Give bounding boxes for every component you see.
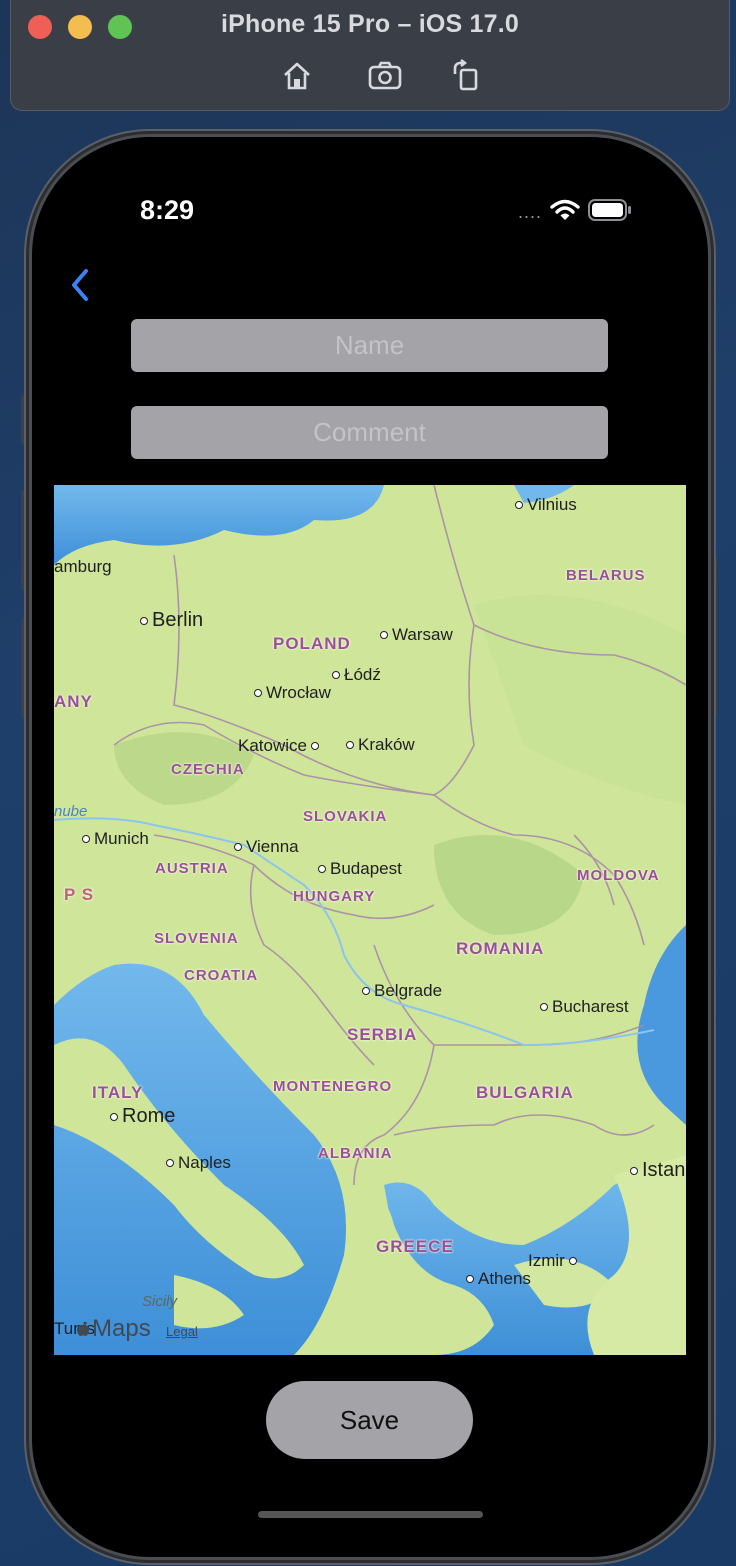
country-greece: GREECE <box>376 1237 454 1256</box>
city-lodz: Łódź <box>332 665 381 685</box>
maps-attribution-logo: Maps <box>76 1315 151 1343</box>
country-austria: AUSTRIA <box>155 860 229 877</box>
region-label-alps: P S <box>64 885 95 904</box>
country-romania: ROMANIA <box>456 939 545 958</box>
country-poland: POLAND <box>273 634 351 653</box>
city-izmir: Izmir <box>528 1251 577 1271</box>
city-wroclaw: Wrocław <box>254 683 331 703</box>
country-croatia: CROATIA <box>184 967 259 984</box>
chevron-left-icon <box>72 269 88 301</box>
map-view[interactable]: Vilnius amburg Berlin Warsaw Łódź Wrocła… <box>54 485 686 1355</box>
city-budapest: Budapest <box>318 859 402 879</box>
volume-up-button <box>21 490 28 590</box>
city-berlin: Berlin <box>140 609 203 632</box>
comment-input[interactable] <box>131 406 608 459</box>
status-time: 8:29 <box>140 195 195 225</box>
power-button <box>710 556 717 716</box>
wifi-icon <box>550 199 580 220</box>
simulator-title: iPhone 15 Pro – iOS 17.0 <box>221 10 519 38</box>
home-indicator[interactable] <box>258 1511 483 1518</box>
country-albania: ALBANIA <box>318 1145 393 1162</box>
action-button <box>21 395 28 445</box>
legal-link[interactable]: Legal <box>166 1324 198 1339</box>
city-hamburg: amburg <box>54 557 112 576</box>
battery-icon <box>588 199 631 221</box>
signal-indicator: .... <box>517 201 542 222</box>
country-slovakia: SLOVAKIA <box>303 808 388 825</box>
country-slovenia: SLOVENIA <box>154 930 239 947</box>
apple-logo-icon <box>77 1322 89 1336</box>
river-label-danube: nube <box>54 803 88 820</box>
city-bucharest: Bucharest <box>540 997 629 1017</box>
country-hungary: HUNGARY <box>293 888 376 905</box>
city-katowice: Katowice <box>238 736 319 756</box>
country-italy: ITALY <box>92 1083 144 1102</box>
screenshot-icon[interactable] <box>367 58 403 94</box>
city-warsaw: Warsaw <box>380 625 453 645</box>
city-naples: Naples <box>166 1153 231 1173</box>
city-belgrade: Belgrade <box>362 981 442 1001</box>
volume-down-button <box>21 618 28 718</box>
country-bulgaria: BULGARIA <box>476 1083 574 1102</box>
rotate-icon[interactable] <box>449 58 485 94</box>
save-button[interactable]: Save <box>266 1381 473 1459</box>
city-munich: Munich <box>82 829 149 849</box>
city-istanbul: Istan <box>630 1159 685 1182</box>
country-belarus: BELARUS <box>566 567 646 584</box>
city-vienna: Vienna <box>234 837 299 857</box>
country-montenegro: MONTENEGRO <box>273 1078 393 1095</box>
name-input[interactable] <box>131 319 608 372</box>
city-vilnius: Vilnius <box>515 495 577 515</box>
country-czechia: CZECHIA <box>171 761 245 778</box>
country-serbia: SERBIA <box>347 1025 418 1044</box>
country-moldova: MOLDOVA <box>577 867 660 884</box>
city-athens: Athens <box>466 1269 531 1289</box>
back-button[interactable] <box>66 265 94 305</box>
status-icons: .... <box>518 197 632 223</box>
phone-screen: 8:29 .... Name Comment Vilnius amburg Be… <box>32 137 708 1557</box>
city-rome: Rome <box>110 1105 175 1128</box>
simulator-toolbar: iPhone 15 Pro – iOS 17.0 <box>10 0 730 111</box>
country-germany: ANY <box>54 692 93 711</box>
city-krakow: Kraków <box>346 735 415 755</box>
home-icon[interactable] <box>279 58 315 94</box>
island-label-sicily: Sicily <box>142 1293 178 1310</box>
